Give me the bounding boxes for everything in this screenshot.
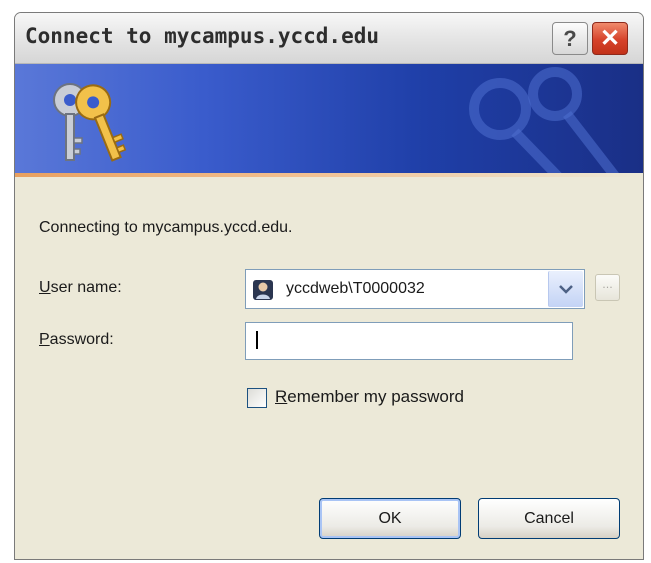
username-label: User name: [39,279,122,296]
user-icon [253,280,273,300]
close-icon: ✕ [599,25,621,52]
password-field[interactable] [245,322,573,360]
chevron-down-icon [559,285,573,294]
banner-accent-stripe [15,173,643,177]
banner [15,64,643,176]
ok-button[interactable]: OK [319,498,461,539]
dialog-title: Connect to mycampus.yccd.edu [25,24,380,48]
password-label: Password: [39,331,114,348]
help-button[interactable]: ? [552,22,588,55]
cancel-button[interactable]: Cancel [478,498,620,539]
remember-password-label[interactable]: Remember my password [275,387,464,407]
text-caret [256,331,258,349]
username-value: yccdweb\T0000032 [286,280,425,297]
credentials-dialog: Connect to mycampus.yccd.edu ? ✕ Connect… [14,12,644,560]
title-bar[interactable]: Connect to mycampus.yccd.edu ? ✕ [15,13,643,64]
question-icon: ? [563,25,577,51]
connecting-message: Connecting to mycampus.yccd.edu. [39,219,293,236]
username-combobox[interactable]: yccdweb\T0000032 [245,269,585,309]
remember-password-checkbox[interactable] [247,388,267,408]
username-dropdown-button[interactable] [548,271,583,307]
browse-button[interactable]: ... [595,274,620,301]
close-button[interactable]: ✕ [592,22,628,55]
keys-icon [53,83,127,162]
